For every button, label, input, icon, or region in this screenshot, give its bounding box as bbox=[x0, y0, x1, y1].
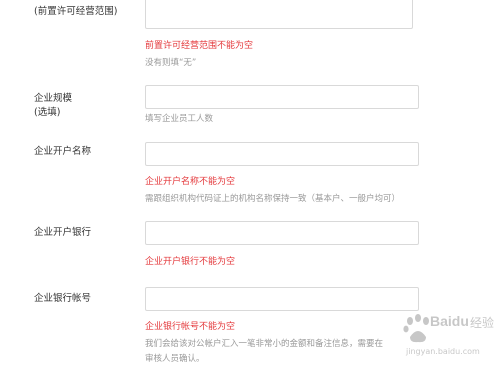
baidu-jingyan-watermark: Baidu 经验 jingyan.baidu.com bbox=[400, 313, 496, 365]
scope-label: (前置许可经营范围) bbox=[34, 6, 118, 17]
bank-label: 企业开户银行 bbox=[34, 227, 92, 238]
scale-optional-label: (选填) bbox=[34, 107, 61, 118]
account-no-hint: 我们会给该对公帐户汇入一笔非常小的金额和备注信息，需要在 bbox=[145, 339, 384, 349]
account-name-input[interactable] bbox=[145, 142, 419, 166]
watermark-brand: Baidu bbox=[430, 313, 469, 329]
scale-input[interactable] bbox=[145, 85, 419, 109]
scope-error: 前置许可经营范围不能为空 bbox=[145, 41, 254, 51]
scope-hint: 没有则填“无” bbox=[145, 58, 197, 68]
scale-hint: 填写企业员工人数 bbox=[145, 114, 214, 124]
watermark-suffix: 经验 bbox=[470, 316, 495, 330]
account-no-hint-2: 审核人员确认。 bbox=[145, 354, 205, 364]
scale-label: 企业规模 bbox=[34, 93, 73, 104]
scope-textarea[interactable] bbox=[145, 0, 413, 29]
account-name-hint: 需跟组织机构代码证上的机构名称保持一致（基本户、一般户均可） bbox=[145, 194, 401, 204]
account-no-label: 企业银行帐号 bbox=[34, 293, 92, 304]
account-name-label: 企业开户名称 bbox=[34, 146, 92, 157]
bank-error: 企业开户银行不能为空 bbox=[145, 257, 236, 267]
account-no-error: 企业银行帐号不能为空 bbox=[145, 322, 236, 332]
bank-input[interactable] bbox=[145, 221, 419, 245]
watermark-url: jingyan.baidu.com bbox=[406, 347, 480, 356]
account-no-input[interactable] bbox=[145, 287, 419, 311]
account-name-error: 企业开户名称不能为空 bbox=[145, 177, 236, 187]
